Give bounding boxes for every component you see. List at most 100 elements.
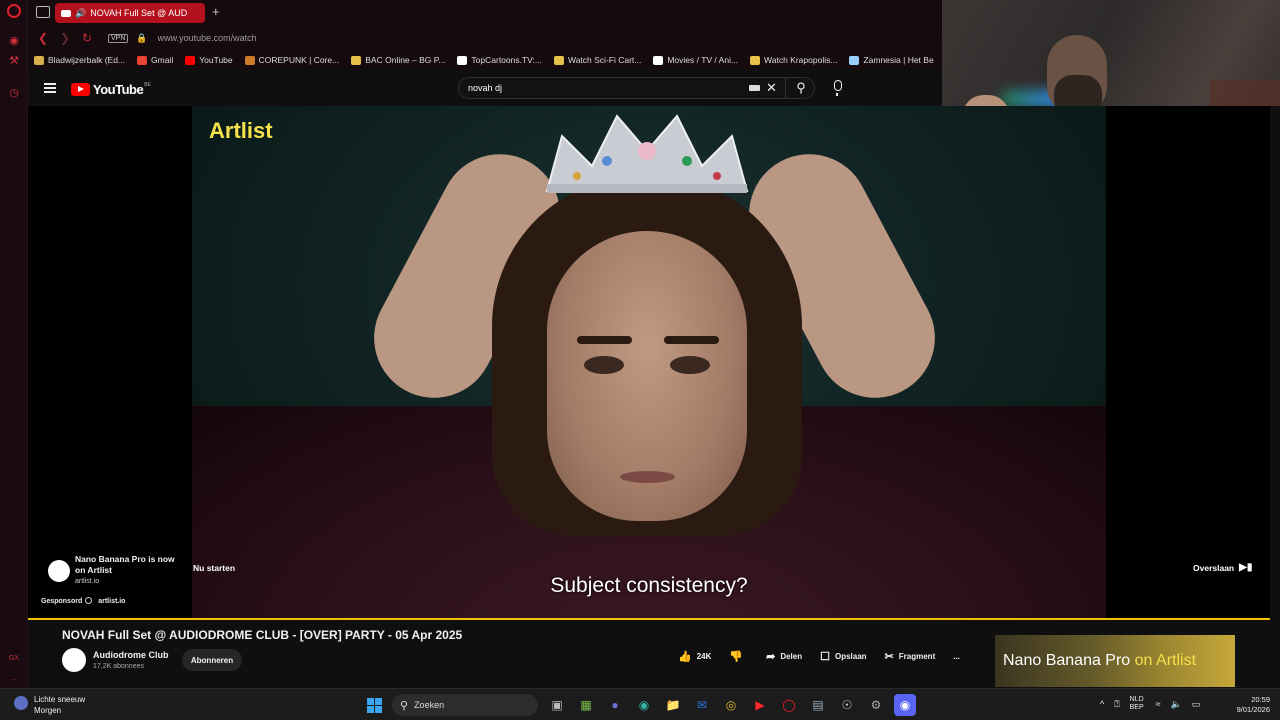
bookmark-item[interactable]: Gmail	[137, 55, 173, 65]
sponsored-row: Gesponsord artlist.io	[41, 597, 125, 605]
bookmark-label: Movies / TV / Ani...	[667, 55, 739, 65]
history-icon[interactable]: ◷	[6, 84, 22, 100]
save-button[interactable]: ☐ Opslaan	[820, 650, 866, 663]
menu-icon[interactable]	[44, 83, 56, 93]
language-indicator[interactable]: NLD BEP	[1130, 696, 1144, 712]
settings-icon[interactable]: ⚙	[865, 694, 887, 716]
keyboard-icon[interactable]	[749, 85, 760, 91]
bookmark-item[interactable]: Zamnesia | Het Be	[849, 55, 934, 65]
active-tab[interactable]: 🔊 NOVAH Full Set @ AUD	[55, 3, 205, 23]
browser-sidebar: ◉ ⚒ ◷ GX ...	[0, 0, 28, 688]
chrome-icon[interactable]: ◎	[720, 694, 742, 716]
subscribe-button[interactable]: Abonneren	[182, 649, 242, 671]
gx-label[interactable]: GX	[6, 650, 22, 666]
back-icon[interactable]: ❮	[36, 31, 50, 45]
share-button[interactable]: ➦ Delen	[766, 650, 802, 663]
bookmark-favicon-icon	[653, 55, 664, 65]
taskbar-search-placeholder: Zoeken	[414, 700, 445, 710]
ad-progress-bar[interactable]	[28, 618, 1270, 620]
info-icon[interactable]	[85, 597, 93, 604]
edge-icon[interactable]: ◉	[633, 694, 655, 716]
bookmark-item[interactable]: Watch Sci-Fi Cart...	[553, 55, 641, 65]
watch-page: Artlist Subject consistency? Nano Banana…	[28, 106, 1280, 688]
youtube-logo[interactable]: YouTube BE	[71, 82, 151, 97]
url-field[interactable]: www.youtube.com/watch	[158, 33, 257, 43]
taskbar-search[interactable]: ⚲ Zoeken	[392, 694, 538, 716]
bookmark-label: YouTube	[199, 55, 233, 65]
tab-strip: 🔊 NOVAH Full Set @ AUD +	[28, 0, 942, 26]
lock-icon[interactable]: 🔒	[136, 33, 147, 44]
ad-info[interactable]: Nano Banana Pro is now on Artlist artlis…	[48, 554, 175, 587]
workspace-icon[interactable]: ◉	[6, 32, 22, 48]
new-tab-button[interactable]: +	[212, 4, 220, 19]
microphone-icon[interactable]	[834, 80, 842, 96]
subscriber-count: 17,2K abonnees	[93, 663, 144, 670]
teams-icon[interactable]: ●	[604, 694, 626, 716]
clip-button[interactable]: ✂ Fragment	[885, 650, 936, 663]
dislike-button[interactable]: 👎	[729, 650, 748, 663]
bookmark-label: Bladwijzerbalk (Ed...	[48, 55, 126, 65]
search-button[interactable]: ⚲	[785, 77, 816, 99]
opera-logo-icon[interactable]	[7, 4, 21, 18]
file-explorer-icon[interactable]: 📁	[662, 694, 684, 716]
youtube-app-icon[interactable]: ▶	[749, 694, 771, 716]
speaker-icon[interactable]: 🔊	[75, 8, 86, 19]
sponsored-domain[interactable]: artlist.io	[98, 598, 125, 605]
bookmark-item[interactable]: BAC Online – BG P...	[351, 55, 445, 65]
screen: ◉ ⚒ ◷ GX ... 🔊 NOVAH Full Set @ AUD + ❮ …	[0, 0, 1280, 720]
skip-ad-button[interactable]: Overslaan ▶▮	[1193, 562, 1252, 573]
channel-name[interactable]: Audiodrome Club	[93, 650, 169, 660]
discord-icon[interactable]: ◉	[894, 694, 916, 716]
weather-widget[interactable]: Lichte sneeuw Morgen	[14, 694, 85, 716]
steam-icon[interactable]: ☉	[836, 694, 858, 716]
start-button[interactable]	[367, 698, 382, 713]
store-icon[interactable]: ▦	[575, 694, 597, 716]
bookmark-item[interactable]: TopCartoons.TV:...	[457, 55, 542, 65]
network-off-icon[interactable]: ⍰	[1114, 699, 1119, 710]
video-player[interactable]: Artlist Subject consistency? Nano Banana…	[28, 106, 1270, 620]
bookmark-item[interactable]: YouTube	[185, 55, 233, 65]
vpn-badge[interactable]: VPN	[108, 33, 129, 43]
bag-icon[interactable]: ⚒	[6, 52, 22, 68]
battery-icon[interactable]: ▭	[1192, 699, 1201, 710]
reload-icon[interactable]: ↻	[80, 31, 94, 45]
ad-video-frame	[192, 106, 1106, 620]
task-view-icon[interactable]: ▣	[546, 694, 568, 716]
wifi-icon[interactable]: ≈	[1156, 699, 1161, 709]
bookmark-label: COREPUNK | Core...	[258, 55, 340, 65]
bookmark-favicon-icon	[351, 55, 362, 65]
video-caption: Subject consistency?	[550, 574, 748, 597]
volume-icon[interactable]: 🔈	[1171, 699, 1182, 710]
save-label: Opslaan	[834, 652, 867, 661]
bookmark-item[interactable]: Movies / TV / Ani...	[653, 55, 738, 65]
more-icon[interactable]: ...	[6, 670, 22, 686]
country-code: BE	[144, 82, 151, 88]
advertiser-avatar[interactable]	[48, 560, 70, 582]
search-input[interactable]: novah dj ✕ ⚲	[458, 77, 815, 99]
more-actions-button[interactable]: ...	[953, 652, 960, 661]
sponsored-label: Gesponsord	[41, 598, 83, 605]
promo-text-b: on Artlist	[1134, 652, 1197, 669]
bookmark-item[interactable]: COREPUNK | Core...	[244, 55, 340, 65]
forward-icon[interactable]: ❯	[58, 31, 72, 45]
chevron-up-icon[interactable]: ^	[1100, 699, 1104, 709]
clock[interactable]: 20:59 9/01/2026	[1228, 695, 1270, 715]
opera-icon[interactable]: ◯	[778, 694, 800, 716]
bookmark-favicon-icon	[750, 55, 761, 65]
clear-search-icon[interactable]: ✕	[766, 80, 777, 96]
like-count: 24K	[696, 652, 712, 661]
like-button[interactable]: 👍 24K	[678, 650, 711, 663]
bookmark-item[interactable]: Watch Krapopolis...	[750, 55, 837, 65]
bookmark-item[interactable]: Bladwijzerbalk (Ed...	[34, 55, 125, 65]
ad-headline[interactable]: Nano Banana Pro is now on Artlist	[75, 554, 175, 576]
system-tray: ^ ⍰ NLD BEP ≈ 🔈 ▭	[1100, 696, 1210, 712]
youtube-header: YouTube BE novah dj ✕ ⚲	[28, 70, 942, 106]
bookmark-favicon-icon	[34, 55, 44, 65]
tab-overview-icon[interactable]	[36, 6, 50, 18]
outlook-icon[interactable]: ✉	[691, 694, 713, 716]
calculator-icon[interactable]: ▤	[807, 694, 829, 716]
promo-banner[interactable]: Nano Banana Pro on Artlist	[995, 635, 1235, 687]
channel-avatar[interactable]	[62, 648, 86, 672]
ad-cta-button[interactable]: Nu starten	[193, 563, 235, 573]
youtube-favicon-icon	[61, 9, 71, 17]
